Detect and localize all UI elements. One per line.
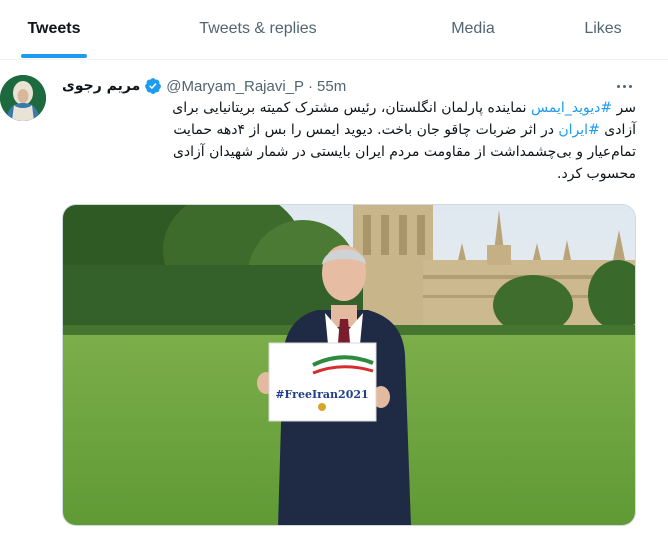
avatar-image (0, 75, 46, 121)
tab-tweets-label: Tweets (27, 20, 81, 37)
sign-text: #FreeIran2021 (275, 388, 368, 401)
tweet-timestamp[interactable]: 55m (317, 78, 346, 95)
tab-tweets-and-replies[interactable]: Tweets & replies (108, 0, 408, 58)
tweet-text: سر #دیوید_ایمس نماینده پارلمان انگلستان،… (62, 97, 636, 185)
active-tab-indicator (21, 54, 87, 58)
avatar[interactable] (0, 75, 46, 121)
hashtag-david-amess[interactable]: #دیوید_ایمس (531, 100, 612, 116)
more-dots-icon[interactable] (612, 75, 636, 97)
tab-media-label: Media (451, 20, 495, 37)
text-segment: آزادی (599, 122, 636, 138)
verified-badge-icon (145, 78, 162, 94)
tab-tweets[interactable]: Tweets (0, 0, 108, 58)
text-segment: در اثر ضربات چاقو جان باخت. دیوید ایمس ر… (173, 122, 559, 138)
tweet-text-line-1: سر #دیوید_ایمس نماینده پارلمان انگلستان،… (62, 97, 636, 119)
tab-likes[interactable]: Likes (538, 0, 668, 58)
hashtag-iran[interactable]: #ایران (558, 122, 599, 138)
tweet-text-line-4: محسوب کرد. (557, 166, 636, 182)
author-name[interactable]: مریم رجوی (62, 78, 140, 94)
tab-likes-label: Likes (584, 20, 622, 37)
header-separator: · (308, 77, 314, 95)
profile-tabs: Tweets Tweets & replies Media Likes (0, 0, 668, 60)
author-handle[interactable]: @Maryam_Rajavi_P (166, 78, 304, 95)
text-segment: سر (612, 100, 636, 116)
tab-tweets-and-replies-label: Tweets & replies (199, 20, 317, 37)
tweet-text-line-3: تمام‌عیار و بی‌چشمداشت از مقاومت مردم ای… (172, 144, 636, 160)
tweet-text-line-2: آزادی #ایران در اثر ضربات چاقو جان باخت.… (62, 119, 636, 141)
photo-illustration: #FreeIran2021 (63, 205, 635, 525)
tweet-media-photo[interactable]: #FreeIran2021 (62, 204, 636, 526)
tweet-header: مریم رجوی @Maryam_Rajavi_P · 55m (62, 75, 346, 97)
tab-media[interactable]: Media (408, 0, 538, 58)
text-segment: نماینده پارلمان انگلستان، رئیس مشترک کمی… (172, 100, 532, 116)
tweet[interactable]: مریم رجوی @Maryam_Rajavi_P · 55m سر #دیو… (0, 61, 668, 537)
